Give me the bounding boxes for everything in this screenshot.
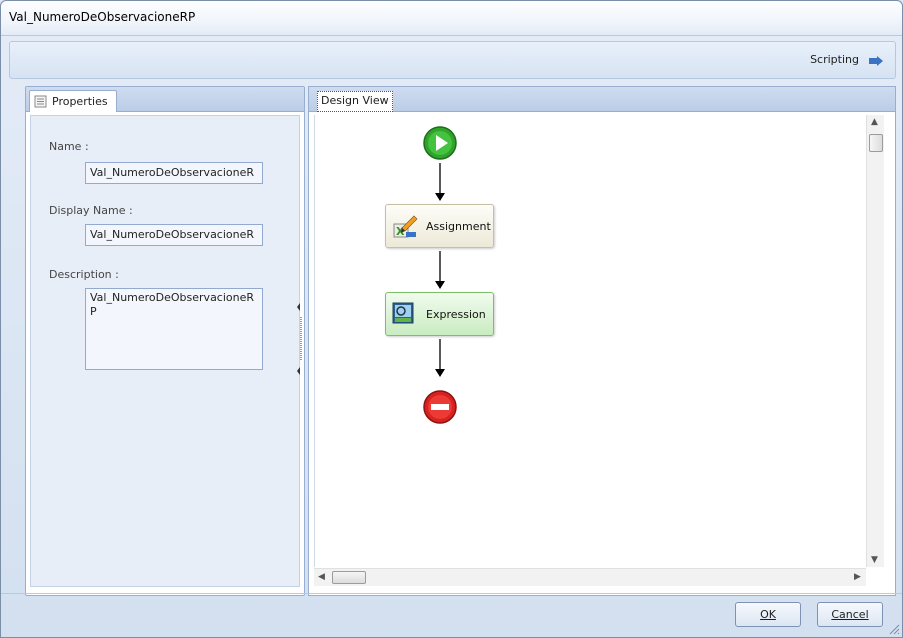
activity-expression[interactable]: Expression (385, 292, 494, 336)
properties-panel: Properties Name : Val_NumeroDeObservacio… (25, 86, 305, 596)
workflow-connectors (435, 163, 445, 377)
toolbar: Scripting (9, 41, 896, 79)
activity-expression-label: Expression (426, 308, 486, 321)
footer-separator (1, 593, 902, 594)
display-name-field[interactable]: Val_NumeroDeObservacioneR (85, 224, 263, 246)
description-field[interactable]: Val_NumeroDeObservacioneRP (85, 288, 263, 370)
name-field[interactable]: Val_NumeroDeObservacioneR (85, 162, 263, 184)
scroll-properties-icon (34, 95, 47, 108)
display-name-label: Display Name : (49, 204, 133, 217)
name-label: Name : (49, 140, 89, 153)
scroll-down-icon[interactable]: ▼ (871, 555, 878, 565)
main-area: Properties Name : Val_NumeroDeObservacio… (9, 81, 896, 596)
expression-icon (392, 302, 414, 324)
horizontal-scrollbar[interactable]: ◀ ▶ (314, 568, 866, 586)
ok-button-label: OK (760, 608, 776, 621)
description-label: Description : (49, 268, 119, 281)
tab-properties[interactable]: Properties (29, 90, 117, 112)
ok-button[interactable]: OK (735, 602, 801, 627)
tab-properties-label: Properties (52, 95, 108, 108)
scripting-arrow-icon[interactable] (869, 56, 883, 66)
activity-assignment-label: Assignment (426, 220, 491, 233)
window-title: Val_NumeroDeObservacioneRP (9, 10, 196, 24)
scroll-left-icon[interactable]: ◀ (318, 572, 325, 582)
assignment-icon: X (393, 215, 418, 238)
panel-splitter[interactable] (295, 303, 304, 375)
tab-design-view[interactable]: Design View (317, 91, 393, 112)
activity-assignment[interactable]: X Assignment (385, 204, 494, 248)
vertical-scroll-thumb[interactable] (869, 134, 883, 152)
start-play-icon[interactable] (422, 125, 458, 161)
properties-body: Name : Val_NumeroDeObservacioneR Display… (30, 115, 300, 587)
end-stop-icon[interactable] (422, 389, 458, 425)
vertical-scrollbar[interactable]: ▲ ▼ (866, 115, 884, 567)
properties-tab-strip: Properties (26, 87, 304, 112)
cancel-button-label: Cancel (831, 608, 869, 621)
horizontal-scroll-thumb[interactable] (332, 571, 366, 584)
workflow-canvas[interactable]: X Assignment Expression (314, 115, 863, 567)
title-bar[interactable]: Val_NumeroDeObservacioneRP (1, 1, 902, 36)
scripting-link[interactable]: Scripting (810, 53, 859, 66)
design-tab-strip: Design View (309, 87, 895, 112)
dialog-window: Val_NumeroDeObservacioneRP Scripting Pro… (0, 0, 903, 638)
scroll-up-icon[interactable]: ▲ (871, 117, 878, 127)
scroll-right-icon[interactable]: ▶ (854, 572, 861, 582)
design-view-panel: Design View X Assignment Expression ▲ ▼ … (308, 86, 896, 596)
resize-grip-icon[interactable] (888, 623, 900, 635)
cancel-button[interactable]: Cancel (817, 602, 883, 627)
